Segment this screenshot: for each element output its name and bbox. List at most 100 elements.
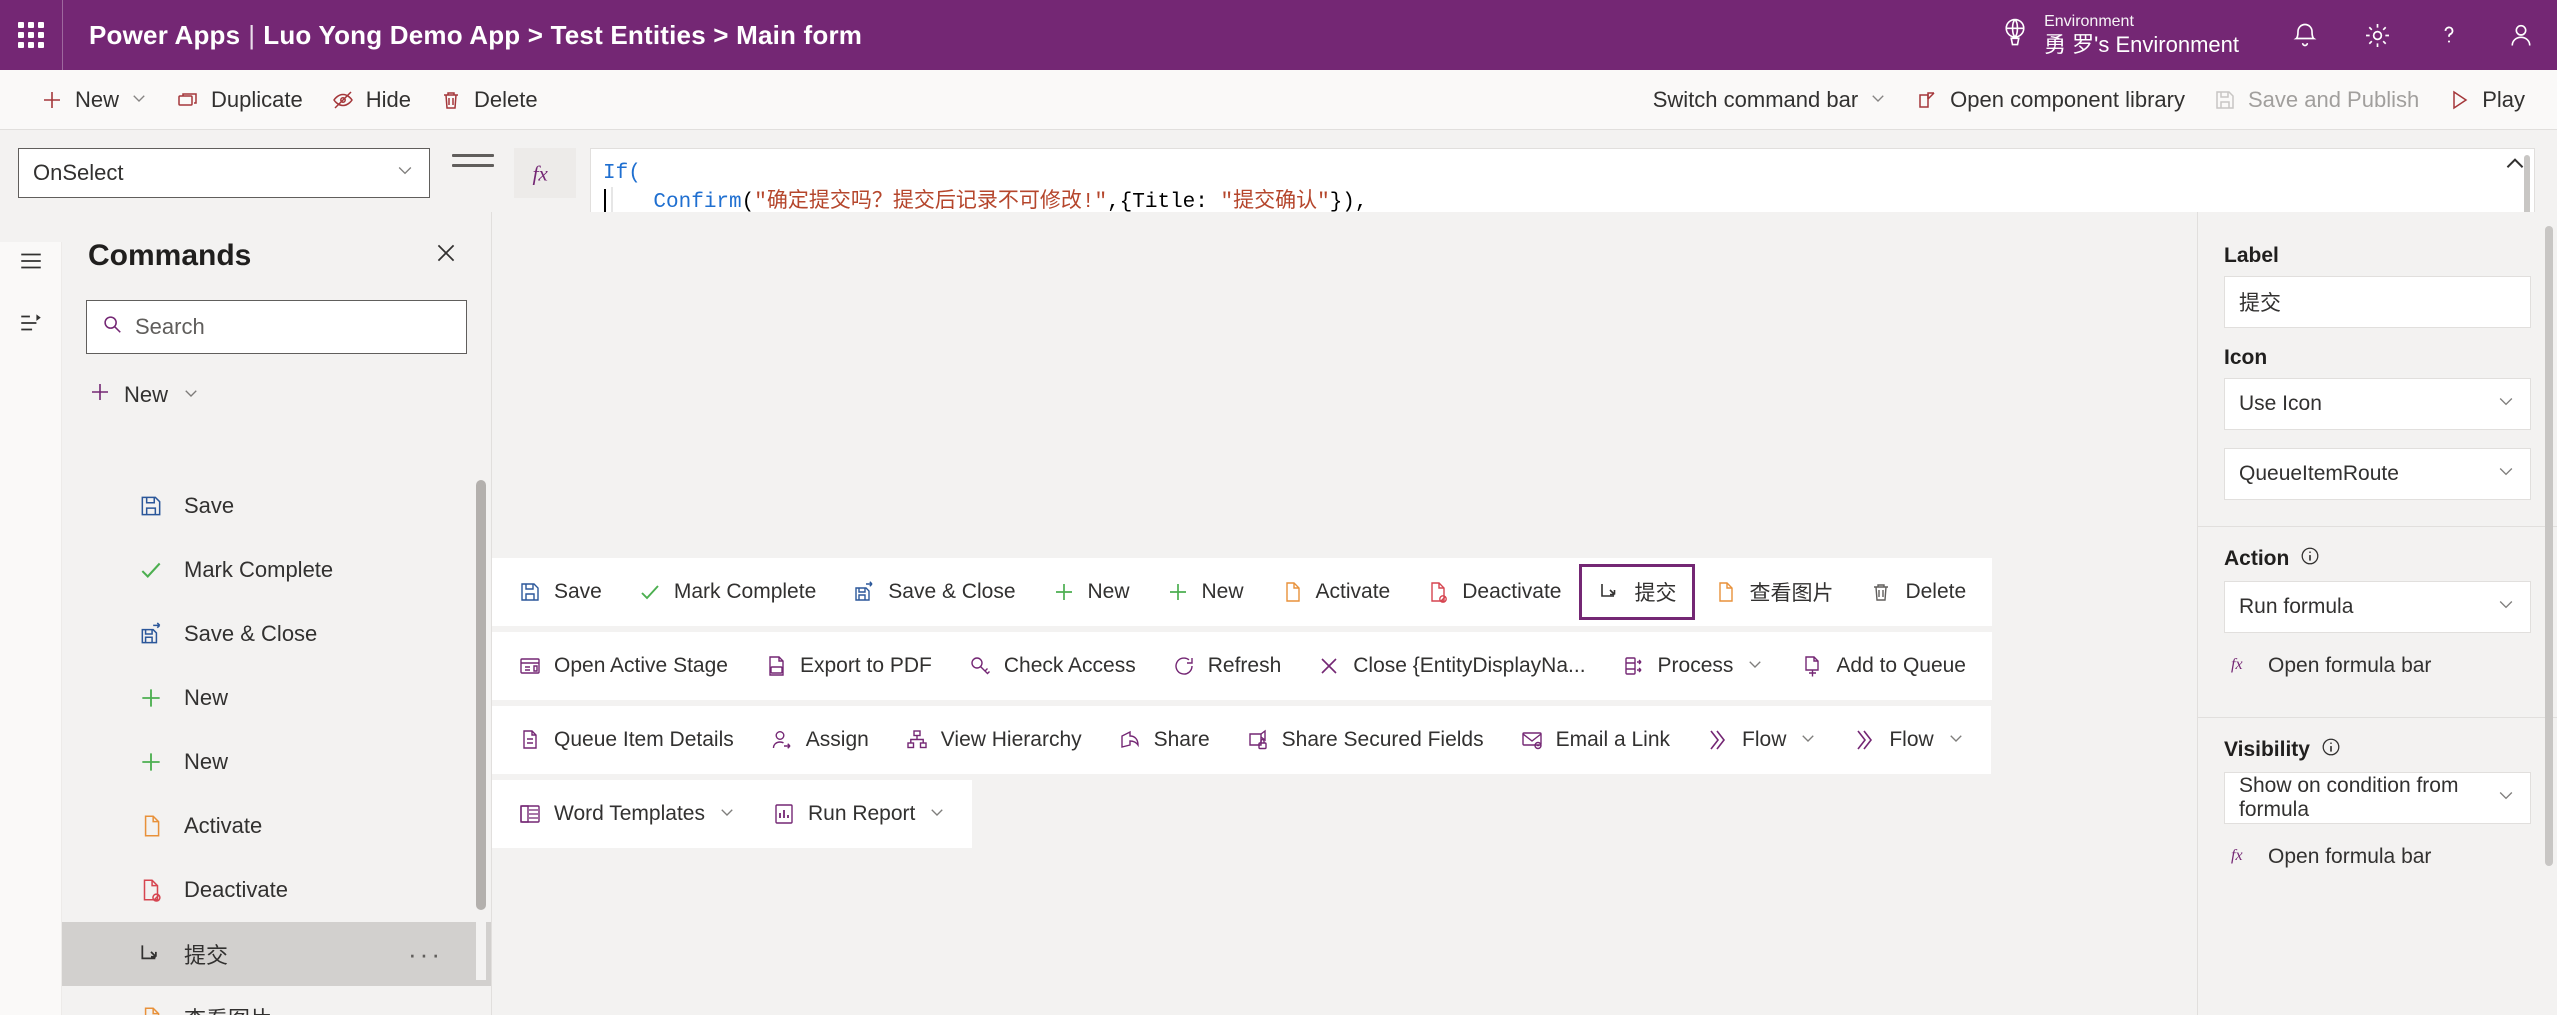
- save-close-icon: [852, 580, 876, 604]
- preview-row: Word Templates Run Report: [492, 780, 973, 848]
- key-icon: [968, 654, 992, 678]
- search-input[interactable]: [86, 300, 467, 354]
- list-item[interactable]: 提交 ···: [62, 922, 491, 986]
- preview-button[interactable]: Assign: [752, 712, 887, 768]
- preview-button[interactable]: Email a Link: [1502, 712, 1688, 768]
- list-item[interactable]: 查看图片: [62, 986, 491, 1015]
- preview-button[interactable]: Close {EntityDisplayNa...: [1299, 638, 1603, 694]
- chevron-down-icon: [2496, 785, 2516, 811]
- left-rail: [0, 130, 62, 1015]
- list-item[interactable]: Save & Close: [62, 602, 491, 666]
- preview-button[interactable]: Mark Complete: [620, 564, 834, 620]
- preview-button[interactable]: Flow: [1835, 712, 1982, 768]
- icon-field-title: Icon: [2224, 346, 2268, 369]
- commands-panel-header: Commands: [62, 212, 491, 288]
- fx-icon[interactable]: fx: [514, 148, 576, 198]
- preview-button[interactable]: Run Report: [754, 786, 964, 842]
- deactivate-page-icon: [138, 877, 178, 903]
- switch-command-bar-button[interactable]: Switch command bar: [1639, 78, 1901, 122]
- preview-button[interactable]: Add to Queue: [1782, 638, 1984, 694]
- list-item-label: Mark Complete: [184, 557, 334, 582]
- bell-icon[interactable]: [2269, 0, 2341, 70]
- flow-icon: [1706, 728, 1730, 752]
- preview-button[interactable]: 查看图片: [1695, 564, 1851, 620]
- preview-button[interactable]: Refresh: [1154, 638, 1300, 694]
- hierarchy-icon: [905, 728, 929, 752]
- play-button[interactable]: Play: [2433, 78, 2539, 122]
- toolbar-duplicate-button[interactable]: Duplicate: [162, 78, 317, 122]
- properties-scrollbar[interactable]: [2545, 226, 2553, 895]
- preview-button[interactable]: Check Access: [950, 638, 1154, 694]
- collapse-formula-bar-button[interactable]: [2493, 142, 2537, 186]
- preview-button[interactable]: Share Secured Fields: [1228, 712, 1502, 768]
- preview-button[interactable]: Activate: [1262, 564, 1409, 620]
- preview-button[interactable]: Queue Item Details: [500, 712, 752, 768]
- list-item[interactable]: Save: [62, 474, 491, 538]
- visibility-open-formula-bar-button[interactable]: fx Open formula bar: [2224, 824, 2531, 882]
- visibility-fx-label: Open formula bar: [2268, 845, 2432, 868]
- info-icon[interactable]: [2299, 545, 2321, 573]
- open-component-library-button[interactable]: Open component library: [1901, 78, 2199, 122]
- visibility-select[interactable]: Show on condition from formula: [2224, 772, 2531, 824]
- preview-button-selected[interactable]: 提交: [1579, 564, 1696, 620]
- list-item[interactable]: Mark Complete: [62, 538, 491, 602]
- environment-switcher[interactable]: Environment 勇 罗's Environment: [2000, 13, 2239, 57]
- gear-icon[interactable]: [2341, 0, 2413, 70]
- preview-button[interactable]: Export to PDF: [746, 638, 950, 694]
- toolbar-hide-label: Hide: [365, 86, 411, 112]
- duplicate-icon: [176, 88, 200, 112]
- preview-button-label: Flow: [1742, 728, 1787, 751]
- list-item[interactable]: Activate: [62, 794, 491, 858]
- icon-mode-select[interactable]: Use Icon: [2224, 378, 2531, 430]
- chevron-down-icon: [2496, 461, 2516, 487]
- plus-icon: [88, 380, 112, 410]
- account-icon[interactable]: [2485, 0, 2557, 70]
- toolbar-new-button[interactable]: New: [26, 78, 162, 122]
- preview-button[interactable]: Deactivate: [1408, 564, 1579, 620]
- preview-button-label: 查看图片: [1749, 582, 1834, 605]
- list-item[interactable]: Deactivate: [62, 858, 491, 922]
- label-input[interactable]: 提交: [2224, 276, 2531, 328]
- preview-button[interactable]: Share: [1100, 712, 1228, 768]
- preview-button[interactable]: Open Active Stage: [500, 638, 746, 694]
- preview-button-label: Email a Link: [1555, 728, 1671, 751]
- action-open-formula-bar-button[interactable]: fx Open formula bar: [2224, 633, 2531, 691]
- list-item[interactable]: New: [62, 666, 491, 730]
- preview-button-label: Share: [1153, 728, 1210, 751]
- commands-scrollbar[interactable]: [476, 480, 486, 980]
- preview-button[interactable]: View Hierarchy: [887, 712, 1100, 768]
- preview-button-label: Run Report: [807, 802, 916, 825]
- chevron-down-icon: [395, 160, 415, 186]
- waffle-grid-icon[interactable]: [0, 0, 62, 70]
- toolbar-delete-button[interactable]: Delete: [425, 78, 552, 122]
- preview-button[interactable]: Save & Close: [834, 564, 1033, 620]
- overflow-menu-icon[interactable]: ···: [408, 939, 443, 970]
- preview-button[interactable]: Save: [500, 564, 620, 620]
- property-select[interactable]: OnSelect: [18, 148, 430, 198]
- preview-button[interactable]: New: [1034, 564, 1148, 620]
- preview-button[interactable]: Process: [1604, 638, 1783, 694]
- panel-new-button[interactable]: New: [62, 370, 491, 420]
- close-x-icon: [1317, 654, 1341, 678]
- preview-button[interactable]: Word Templates: [500, 786, 754, 842]
- preview-button-label: Flow: [1889, 728, 1934, 751]
- preview-button[interactable]: Delete: [1851, 564, 1984, 620]
- chevron-down-icon: [2496, 594, 2516, 620]
- preview-button[interactable]: Flow: [1688, 712, 1835, 768]
- icon-name-select[interactable]: QueueItemRoute: [2224, 448, 2531, 500]
- activate-page-icon: [138, 1005, 178, 1015]
- help-icon[interactable]: [2413, 0, 2485, 70]
- properties-top-spacer: [2224, 212, 2531, 226]
- toolbar-right-group: Switch command bar Open component librar…: [1639, 78, 2539, 122]
- components-icon[interactable]: [0, 292, 62, 354]
- search-field[interactable]: [135, 314, 452, 340]
- save-and-publish-button[interactable]: Save and Publish: [2199, 78, 2433, 122]
- close-icon[interactable]: [427, 234, 465, 278]
- preview-button[interactable]: New: [1148, 564, 1262, 620]
- plus-icon: [1052, 580, 1076, 604]
- info-icon[interactable]: [2320, 736, 2342, 764]
- list-item-label: Save: [184, 493, 235, 518]
- list-item[interactable]: New: [62, 730, 491, 794]
- action-select[interactable]: Run formula: [2224, 581, 2531, 633]
- toolbar-hide-button[interactable]: Hide: [317, 78, 425, 122]
